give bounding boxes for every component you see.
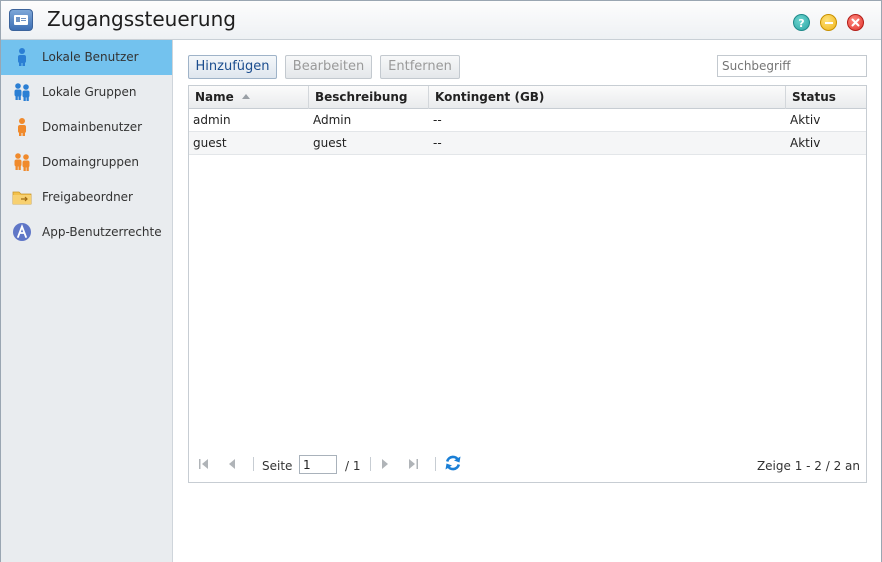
main-panel: Hinzufügen Bearbeiten Entfernen Name Bes… xyxy=(173,40,881,562)
column-header-quota[interactable]: Kontingent (GB) xyxy=(429,86,786,109)
group-icon xyxy=(14,83,30,101)
sidebar-item-domain-users[interactable]: Domainbenutzer xyxy=(1,110,172,145)
last-page-icon[interactable] xyxy=(406,456,420,472)
users-table: Name Beschreibung Kontingent (GB) Status… xyxy=(188,85,867,483)
column-header-status[interactable]: Status xyxy=(786,86,866,109)
column-header-description[interactable]: Beschreibung xyxy=(309,86,429,109)
minimize-button[interactable] xyxy=(820,14,837,31)
close-icon xyxy=(851,18,860,27)
help-button[interactable]: ? xyxy=(793,14,810,31)
close-button[interactable] xyxy=(847,14,864,31)
sidebar-item-label: Domainbenutzer xyxy=(42,120,143,134)
remove-button[interactable]: Entfernen xyxy=(380,55,460,79)
page-label: Seite xyxy=(262,459,293,473)
window-title: Zugangssteuerung xyxy=(47,7,236,31)
refresh-icon[interactable] xyxy=(444,454,462,472)
pager-separator xyxy=(253,457,254,471)
sidebar-item-app-privileges[interactable]: App-Benutzerrechte xyxy=(1,215,172,250)
user-icon xyxy=(18,48,26,66)
page-total: / 1 xyxy=(345,459,361,473)
domain-group-icon xyxy=(14,153,30,171)
cell-quota: -- xyxy=(433,113,442,127)
edit-button[interactable]: Bearbeiten xyxy=(285,55,372,79)
previous-page-icon[interactable] xyxy=(225,456,239,472)
sidebar-item-local-groups[interactable]: Lokale Gruppen xyxy=(1,75,172,110)
access-control-window: Zugangssteuerung ? Lokale Benutzer Lokal… xyxy=(0,0,882,562)
table-header: Name Beschreibung Kontingent (GB) Status xyxy=(189,86,866,109)
cell-quota: -- xyxy=(433,136,442,150)
title-bar: Zugangssteuerung ? xyxy=(1,1,881,40)
cell-name: guest xyxy=(193,136,227,150)
cell-description: Admin xyxy=(313,113,352,127)
cell-status: Aktiv xyxy=(790,113,821,127)
sidebar-item-label: Domaingruppen xyxy=(42,155,139,169)
page-number-input[interactable] xyxy=(299,455,337,474)
shared-folder-icon xyxy=(12,191,32,205)
sort-ascending-icon xyxy=(241,94,250,99)
first-page-icon[interactable] xyxy=(197,456,211,472)
sidebar: Lokale Benutzer Lokale Gruppen Domainben… xyxy=(1,40,173,562)
display-info: Zeige 1 - 2 / 2 an xyxy=(756,459,860,473)
sidebar-item-domain-groups[interactable]: Domaingruppen xyxy=(1,145,172,180)
column-header-name[interactable]: Name xyxy=(189,86,309,109)
cell-description: guest xyxy=(313,136,347,150)
table-row[interactable]: admin Admin -- Aktiv xyxy=(189,109,866,132)
cell-status: Aktiv xyxy=(790,136,821,150)
pager-separator xyxy=(435,457,436,471)
cell-name: admin xyxy=(193,113,231,127)
sidebar-item-shared-folders[interactable]: Freigabeordner xyxy=(1,180,172,215)
search-input[interactable] xyxy=(717,55,867,77)
add-button[interactable]: Hinzufügen xyxy=(188,55,277,79)
table-row[interactable]: guest guest -- Aktiv xyxy=(189,132,866,155)
next-page-icon[interactable] xyxy=(378,456,392,472)
sidebar-item-local-users[interactable]: Lokale Benutzer xyxy=(1,40,172,75)
sidebar-item-label: Lokale Benutzer xyxy=(42,50,139,64)
pagination-bar: Seite / 1 Zeige 1 - 2 / 2 an xyxy=(189,448,866,482)
domain-user-icon xyxy=(18,118,26,136)
access-control-app-icon xyxy=(9,9,33,31)
app-privileges-icon xyxy=(13,223,31,241)
pager-separator xyxy=(370,457,371,471)
sidebar-item-label: App-Benutzerrechte xyxy=(42,225,162,239)
sidebar-item-label: Lokale Gruppen xyxy=(42,85,137,99)
sidebar-item-label: Freigabeordner xyxy=(42,190,133,204)
